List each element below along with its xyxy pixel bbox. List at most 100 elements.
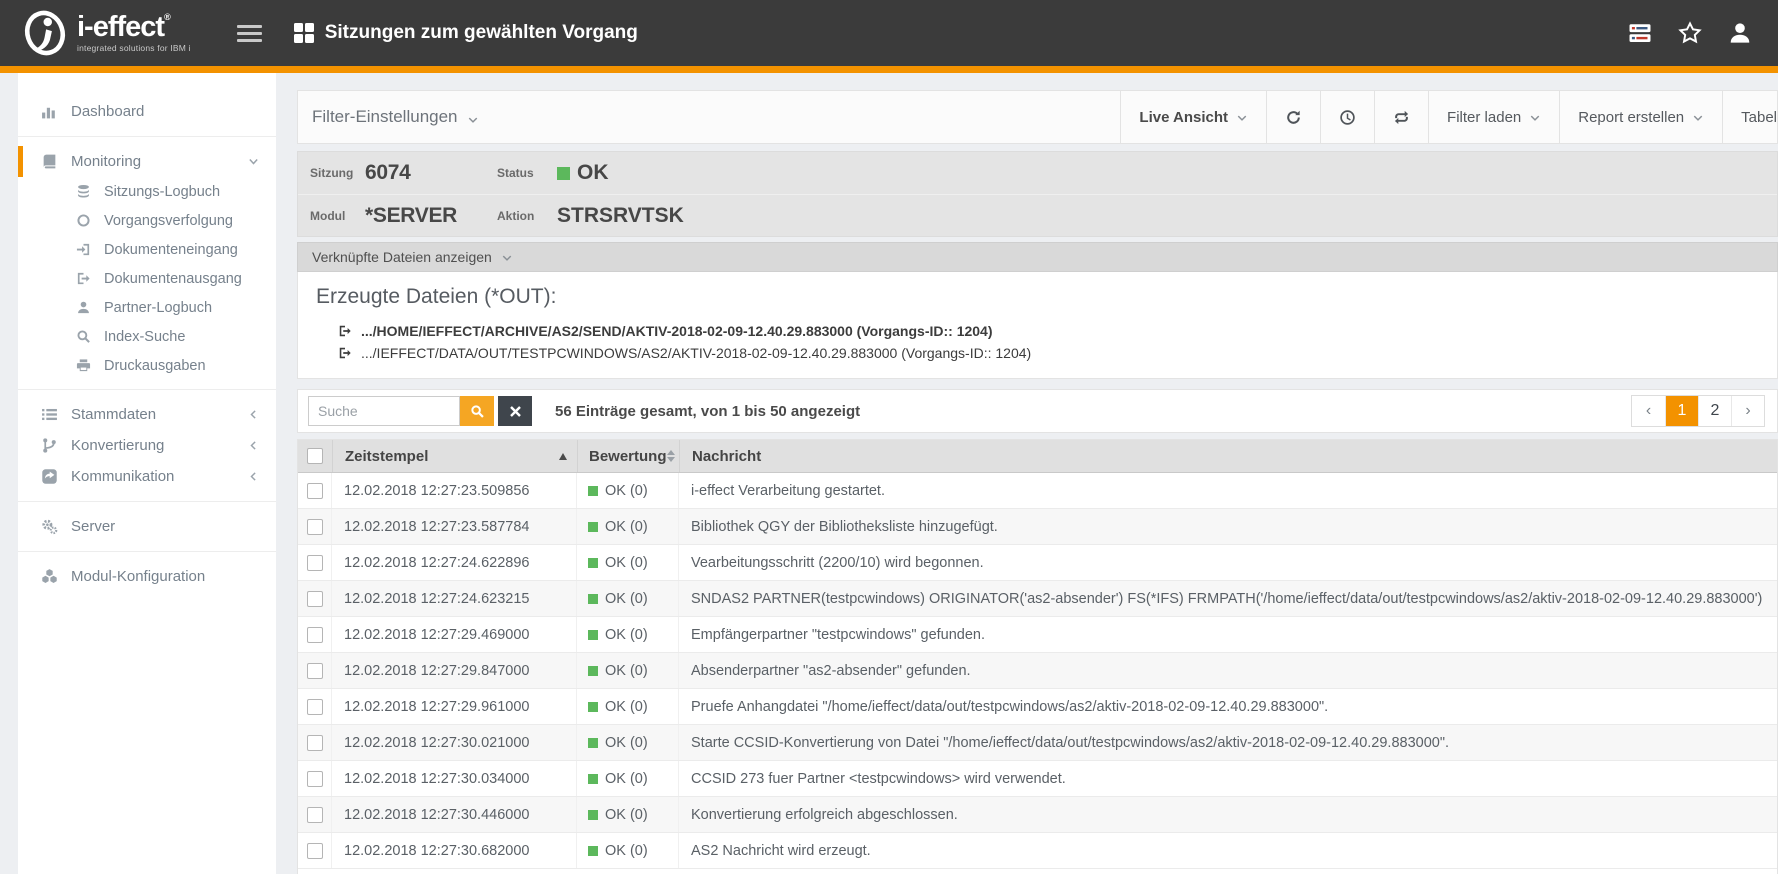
table-row[interactable]: 12.02.2018 12:27:29.469000OK (0)Empfänge… xyxy=(298,617,1777,653)
row-message: i-effect Verarbeitung gestartet. xyxy=(679,473,1777,508)
search-input[interactable] xyxy=(308,396,460,426)
sidebar-item-index-suche[interactable]: Index-Suche xyxy=(18,322,276,351)
table-button[interactable]: Tabel xyxy=(1722,91,1777,143)
row-timestamp: 12.02.2018 12:27:23.509856 xyxy=(332,473,577,508)
table-body: 12.02.2018 12:27:23.509856 OK (0) i-effect… xyxy=(298,473,1777,869)
table-row[interactable]: 12.02.2018 12:27:24.623215OK (0)SNDAS2 P… xyxy=(298,581,1777,617)
sort-both-icon[interactable] xyxy=(667,450,675,462)
row-message: Pruefe Anhangdatei "/home/ieffect/data/o… xyxy=(679,689,1777,724)
sidebar-item-label: Partner-Logbuch xyxy=(104,300,212,316)
sidebar-item-monitoring[interactable]: Monitoring xyxy=(18,146,276,177)
select-all-checkbox[interactable] xyxy=(307,448,323,464)
export-icon xyxy=(338,324,352,338)
file-link[interactable]: .../HOME/IEFFECT/ARCHIVE/AS2/SEND/AKTIV-… xyxy=(338,320,1777,342)
report-create-button[interactable]: Report erstellen xyxy=(1559,91,1722,143)
row-timestamp: 12.02.2018 12:27:30.682000 xyxy=(332,833,577,868)
row-checkbox[interactable] xyxy=(307,627,323,643)
row-timestamp: 12.02.2018 12:27:23.587784 xyxy=(332,509,577,544)
table-row[interactable]: 12.02.2018 12:27:23.509856OK (0)i-effect… xyxy=(298,473,1777,509)
sidebar-item-sitzungs-logbuch[interactable]: Sitzungs-Logbuch xyxy=(18,177,276,206)
row-message: Bibliothek QGY der Bibliotheksliste hinz… xyxy=(679,509,1777,544)
filter-settings-toggle[interactable]: Filter-Einstellungen xyxy=(312,91,479,143)
sidebar-item-konvertierung[interactable]: Konvertierung xyxy=(18,430,276,461)
repeat-icon xyxy=(1393,109,1410,126)
sidebar-item-dashboard[interactable]: Dashboard xyxy=(18,96,276,127)
prev-page-button[interactable]: ‹ xyxy=(1632,396,1665,426)
row-checkbox[interactable] xyxy=(307,843,323,859)
refresh-button[interactable] xyxy=(1266,91,1320,143)
row-rating: OK (0) xyxy=(577,797,679,832)
row-message: Vearbeitungsschritt (2200/10) wird begon… xyxy=(679,545,1777,580)
book-icon xyxy=(40,153,59,170)
app-header: i-effect® integrated solutions for IBM i… xyxy=(0,0,1778,66)
sidebar-item-modul-konfiguration[interactable]: Modul-Konfiguration xyxy=(18,561,276,592)
table-row[interactable]: 12.02.2018 12:27:30.682000OK (0)AS2 Nach… xyxy=(298,833,1777,869)
file-link[interactable]: .../IEFFECT/DATA/OUT/TESTPCWINDOWS/AS2/A… xyxy=(338,342,1777,364)
search-button[interactable] xyxy=(460,396,494,426)
row-check-cell xyxy=(298,545,332,580)
action-label: Aktion xyxy=(497,209,557,223)
row-checkbox[interactable] xyxy=(307,663,323,679)
row-checkbox[interactable] xyxy=(307,735,323,751)
row-timestamp: 12.02.2018 12:27:30.021000 xyxy=(332,725,577,760)
status-ok-square-icon xyxy=(588,846,598,856)
list-icon xyxy=(40,406,59,423)
module-value: *SERVER xyxy=(365,204,497,228)
row-check-cell xyxy=(298,617,332,652)
app-logo[interactable]: i-effect® integrated solutions for IBM i xyxy=(22,8,191,58)
table-row[interactable]: 12.02.2018 12:27:30.034000OK (0)CCSID 27… xyxy=(298,761,1777,797)
column-header-bewertung[interactable]: Bewertung xyxy=(577,440,679,472)
linked-files-toggle[interactable]: Verknüpfte Dateien anzeigen xyxy=(297,242,1778,272)
row-checkbox[interactable] xyxy=(307,699,323,715)
user-icon xyxy=(75,300,92,315)
sidebar-item-label: Kommunikation xyxy=(71,468,174,485)
table-row[interactable]: 12.02.2018 12:27:24.622896OK (0)Vearbeit… xyxy=(298,545,1777,581)
sort-ascending-icon[interactable] xyxy=(559,453,567,460)
sidebar-item-kommunikation[interactable]: Kommunikation xyxy=(18,461,276,492)
row-checkbox[interactable] xyxy=(307,519,323,535)
chevron-left-icon xyxy=(247,470,260,483)
row-check-cell xyxy=(298,689,332,724)
menu-toggle-icon[interactable] xyxy=(237,25,262,42)
pagination: ‹ 1 2 › xyxy=(1631,395,1765,427)
list-view-flag-icon[interactable] xyxy=(1628,21,1652,45)
row-checkbox[interactable] xyxy=(307,591,323,607)
table-row[interactable]: 12.02.2018 12:27:29.961000OK (0)Pruefe A… xyxy=(298,689,1777,725)
table-row[interactable]: 12.02.2018 12:27:30.446000OK (0)Konverti… xyxy=(298,797,1777,833)
status-ok-square-icon xyxy=(588,486,598,496)
row-checkbox[interactable] xyxy=(307,807,323,823)
branch-icon xyxy=(40,437,59,454)
page-2-button[interactable]: 2 xyxy=(1698,396,1731,426)
schedule-button[interactable] xyxy=(1320,91,1374,143)
page-1-button[interactable]: 1 xyxy=(1665,396,1698,426)
filter-load-button[interactable]: Filter laden xyxy=(1428,91,1559,143)
row-checkbox[interactable] xyxy=(307,771,323,787)
user-account-icon[interactable] xyxy=(1728,21,1752,45)
sidebar-item-stammdaten[interactable]: Stammdaten xyxy=(18,399,276,430)
sidebar-item-vorgangsverfolgung[interactable]: Vorgangsverfolgung xyxy=(18,206,276,235)
table-row[interactable]: 12.02.2018 12:27:23.587784OK (0)Biblioth… xyxy=(298,509,1777,545)
row-checkbox[interactable] xyxy=(307,555,323,571)
column-header-nachricht[interactable]: Nachricht xyxy=(679,440,1777,472)
sidebar-item-dokumentenausgang[interactable]: Dokumentenausgang xyxy=(18,264,276,293)
clear-search-button[interactable] xyxy=(498,396,532,426)
table-row[interactable]: 12.02.2018 12:27:29.847000OK (0)Absender… xyxy=(298,653,1777,689)
row-checkbox[interactable] xyxy=(307,483,323,499)
status-ok-square-icon xyxy=(588,594,598,604)
sidebar-item-druckausgaben[interactable]: Druckausgaben xyxy=(18,351,276,380)
repeat-button[interactable] xyxy=(1374,91,1428,143)
table-row[interactable]: 12.02.2018 12:27:30.021000OK (0)Starte C… xyxy=(298,725,1777,761)
next-page-button[interactable]: › xyxy=(1731,396,1764,426)
sidebar-item-server[interactable]: Server xyxy=(18,511,276,542)
row-message: SNDAS2 PARTNER(testpcwindows) ORIGINATOR… xyxy=(679,581,1777,616)
chevron-down-icon xyxy=(501,251,513,263)
status-ok-square-icon xyxy=(588,738,598,748)
printer-icon xyxy=(75,358,92,373)
row-timestamp: 12.02.2018 12:27:29.847000 xyxy=(332,653,577,688)
row-timestamp: 12.02.2018 12:27:24.623215 xyxy=(332,581,577,616)
sidebar-item-dokumenteneingang[interactable]: Dokumenteneingang xyxy=(18,235,276,264)
live-view-button[interactable]: Live Ansicht xyxy=(1120,91,1266,143)
column-header-zeitstempel[interactable]: Zeitstempel xyxy=(332,440,577,472)
favorites-star-icon[interactable] xyxy=(1678,21,1702,45)
sidebar-item-partner-logbuch[interactable]: Partner-Logbuch xyxy=(18,293,276,322)
